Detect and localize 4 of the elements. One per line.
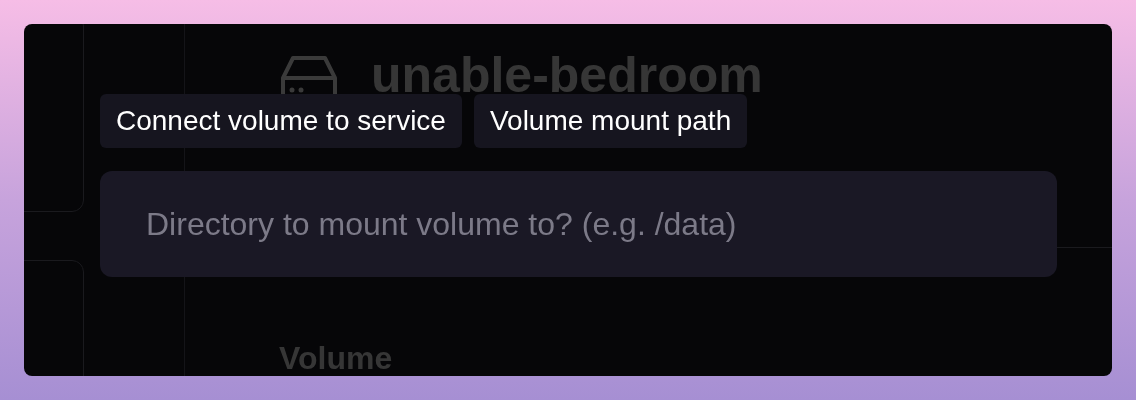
breadcrumb-chip[interactable]: Volume mount path xyxy=(473,94,748,148)
breadcrumb-chip[interactable]: Connect volume to service xyxy=(100,94,462,148)
mount-path-field[interactable]: Directory to mount volume to? (e.g. /data) xyxy=(100,171,1057,277)
drive-icon xyxy=(279,54,339,94)
